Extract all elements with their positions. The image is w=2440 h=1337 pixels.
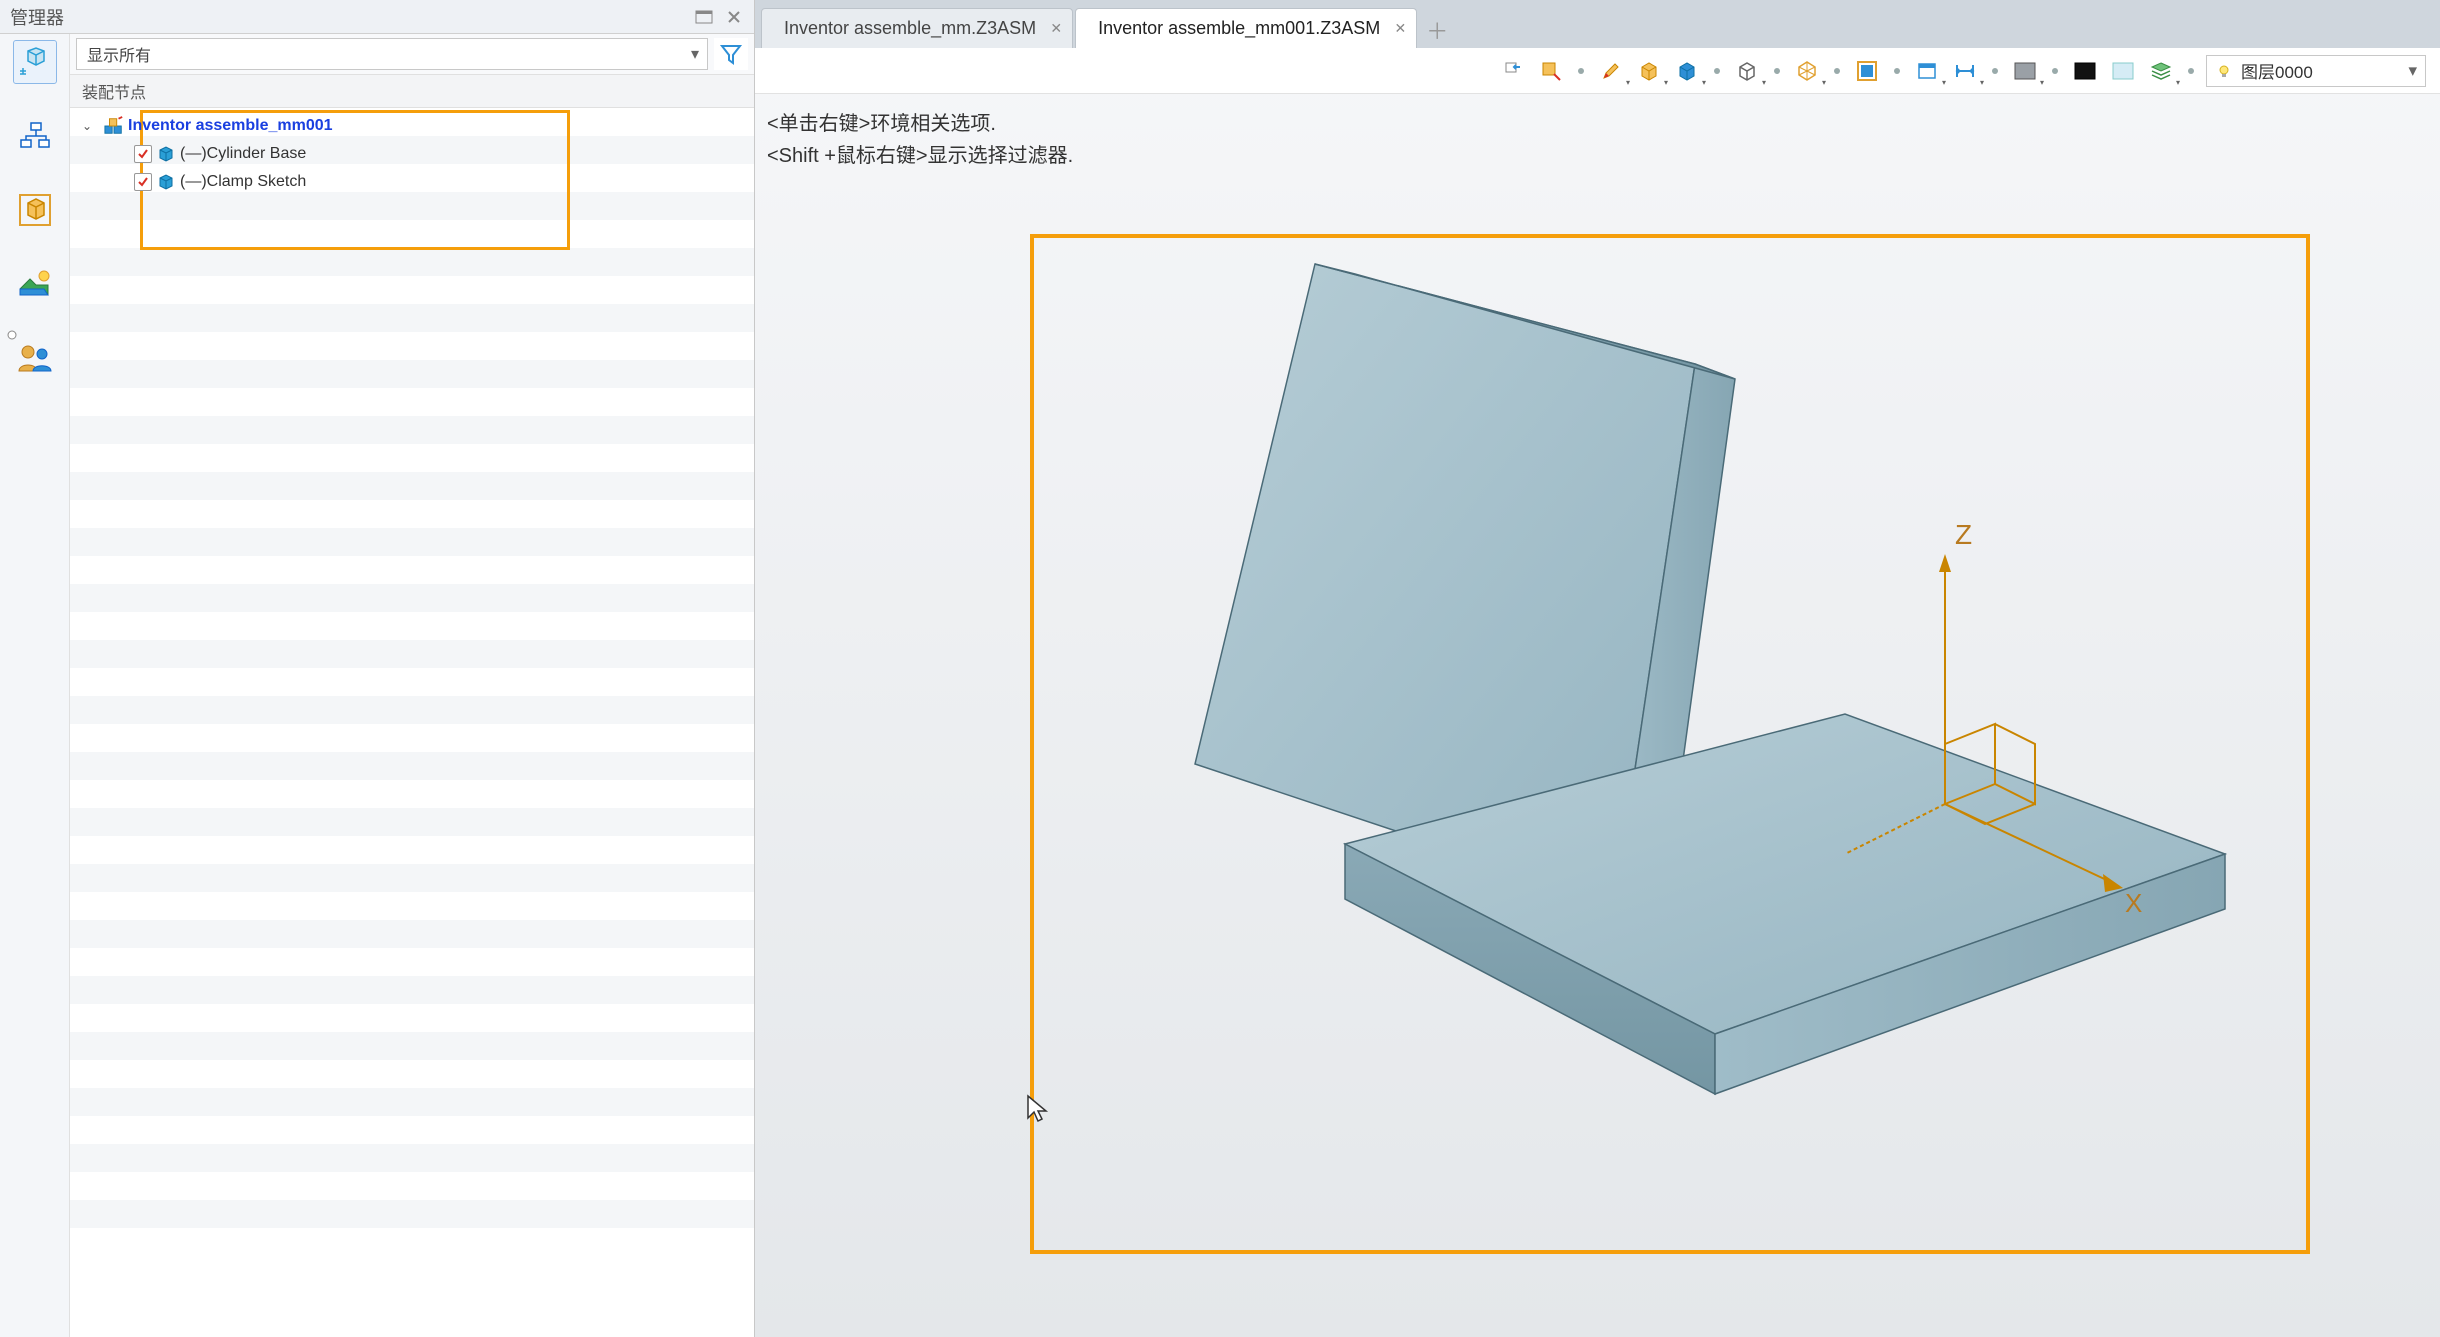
window-icon[interactable] <box>1912 56 1942 86</box>
wireframe-cube-icon[interactable] <box>1732 56 1762 86</box>
3d-model: Z X <box>1075 244 2275 1224</box>
toolbar-separator <box>1992 68 1998 74</box>
vertical-tabstrip <box>0 34 70 1337</box>
tree-root-node[interactable]: ⌄ Inventor assemble_mm001 <box>70 112 754 140</box>
face-select-icon[interactable] <box>1852 56 1882 86</box>
pencil-tool-icon[interactable] <box>1596 56 1626 86</box>
black-swatch-icon[interactable] <box>2070 56 2100 86</box>
tree-child-node[interactable]: (—)Clamp Sketch <box>70 168 754 196</box>
vtab-hierarchy[interactable] <box>13 114 57 158</box>
manager-title: 管理器 <box>10 4 64 30</box>
funnel-icon <box>719 42 743 66</box>
blue-cube-icon[interactable] <box>1672 56 1702 86</box>
light-swatch-icon[interactable] <box>2108 56 2138 86</box>
part-icon <box>156 172 176 192</box>
vtab-part[interactable] <box>13 188 57 232</box>
layer-dropdown[interactable]: 图层0000 <box>2206 55 2426 87</box>
assembly-tree[interactable]: ⌄ Inventor assemble_mm001 <box>70 108 754 1337</box>
hex-icon[interactable] <box>1792 56 1822 86</box>
close-icon[interactable]: ✕ <box>1394 20 1406 37</box>
vtab-users[interactable] <box>13 336 57 380</box>
assembly-root-icon <box>104 116 124 136</box>
filter-row: 显示所有 <box>70 34 754 74</box>
tree-content: ⌄ Inventor assemble_mm001 <box>70 108 754 200</box>
hint-line: <Shift +鼠标右键>显示选择过滤器. <box>767 140 1073 172</box>
gold-cube-icon[interactable] <box>1634 56 1664 86</box>
filter-dropdown[interactable]: 显示所有 <box>76 38 708 70</box>
viewport-toolbar: 图层0000 <box>755 48 2440 94</box>
document-tab-label: Inventor assemble_mm001.Z3ASM <box>1098 18 1380 39</box>
filter-dropdown-label: 显示所有 <box>87 42 151 66</box>
layer-dropdown-label: 图层0000 <box>2241 58 2313 83</box>
workspace: 管理器 <box>0 0 2440 1337</box>
viewport-hint: <单击右键>环境相关选项. <Shift +鼠标右键>显示选择过滤器. <box>767 108 1073 172</box>
toolbar-separator <box>1774 68 1780 74</box>
gray-swatch-icon[interactable] <box>2010 56 2040 86</box>
tree-child-label: (—)Cylinder Base <box>180 145 306 163</box>
edit-sketch-icon[interactable] <box>1536 56 1566 86</box>
document-tab-label: Inventor assemble_mm.Z3ASM <box>784 18 1036 39</box>
tree-column-header-label: 装配节点 <box>82 79 146 103</box>
add-tab-button[interactable]: ＋ <box>1419 12 1455 48</box>
dimension-icon[interactable] <box>1950 56 1980 86</box>
document-tabs: Inventor assemble_mm.Z3ASM ✕ Inventor as… <box>755 0 2440 48</box>
tree-area: 显示所有 装配节点 <box>70 34 754 1337</box>
right-pane: Inventor assemble_mm.Z3ASM ✕ Inventor as… <box>755 0 2440 1337</box>
vtab-render[interactable] <box>13 262 57 306</box>
toolbar-separator <box>1834 68 1840 74</box>
document-tab[interactable]: Inventor assemble_mm.Z3ASM ✕ <box>761 8 1073 48</box>
toolbar-separator <box>2052 68 2058 74</box>
cursor-icon <box>1025 1094 1051 1124</box>
close-icon[interactable]: ✕ <box>1050 20 1062 37</box>
axis-z-label: Z <box>1955 519 1972 550</box>
toolbar-separator <box>1714 68 1720 74</box>
part-icon <box>156 144 176 164</box>
lightbulb-icon <box>2217 64 2231 78</box>
tree-child-node[interactable]: (—)Cylinder Base <box>70 140 754 168</box>
import-icon[interactable] <box>1498 56 1528 86</box>
tree-column-header: 装配节点 <box>70 74 754 108</box>
tree-stripes <box>70 108 754 1337</box>
axis-x-label: X <box>2125 888 2142 918</box>
manager-body: 显示所有 装配节点 <box>0 34 754 1337</box>
manager-panel: 管理器 <box>0 0 755 1337</box>
manager-header-actions <box>694 7 744 27</box>
close-panel-icon[interactable] <box>724 7 744 27</box>
toolbar-separator <box>1578 68 1584 74</box>
vtab-assembly[interactable] <box>13 40 57 84</box>
minimize-panel-icon[interactable] <box>694 7 714 27</box>
hint-line: <单击右键>环境相关选项. <box>767 108 1073 140</box>
layers-stack-icon[interactable] <box>2146 56 2176 86</box>
expand-icon[interactable]: ⌄ <box>82 119 100 133</box>
visibility-checkbox[interactable] <box>134 173 152 191</box>
3d-viewport[interactable]: <单击右键>环境相关选项. <Shift +鼠标右键>显示选择过滤器. <box>755 94 2440 1337</box>
manager-header: 管理器 <box>0 0 754 34</box>
document-tab[interactable]: Inventor assemble_mm001.Z3ASM ✕ <box>1075 8 1417 48</box>
app-root: 管理器 <box>0 0 2440 1337</box>
filter-button[interactable] <box>714 38 748 70</box>
visibility-checkbox[interactable] <box>134 145 152 163</box>
toolbar-separator <box>1894 68 1900 74</box>
tree-root-label: Inventor assemble_mm001 <box>128 117 333 135</box>
tree-child-label: (—)Clamp Sketch <box>180 173 306 191</box>
toolbar-separator <box>2188 68 2194 74</box>
